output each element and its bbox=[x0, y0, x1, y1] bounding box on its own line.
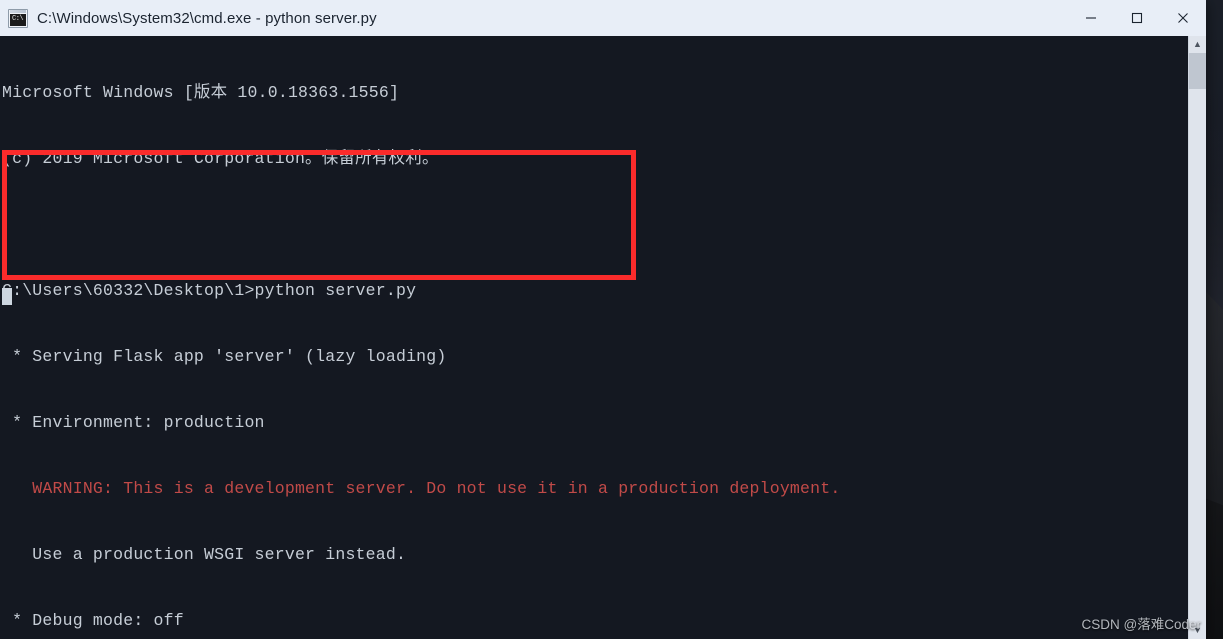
screen-root: yolov5_co... code1 bbox=[0, 0, 1223, 639]
csdn-watermark: CSDN @落难Coder bbox=[1081, 617, 1201, 632]
console-line: * Serving Flask app 'server' (lazy loadi… bbox=[2, 347, 447, 366]
cmd-app-icon: C:\ bbox=[8, 8, 28, 28]
minimize-button[interactable] bbox=[1068, 0, 1114, 36]
maximize-button[interactable] bbox=[1114, 0, 1160, 36]
cmd-window: C:\ C:\Windows\System32\cmd.exe - python… bbox=[0, 0, 1206, 639]
console-line: (c) 2019 Microsoft Corporation。保留所有权利。 bbox=[2, 149, 439, 168]
scroll-up-icon[interactable]: ▲ bbox=[1189, 36, 1206, 53]
console-area: Microsoft Windows [版本 10.0.18363.1556] (… bbox=[0, 36, 1206, 639]
console-output[interactable]: Microsoft Windows [版本 10.0.18363.1556] (… bbox=[0, 36, 1188, 639]
console-line: Microsoft Windows [版本 10.0.18363.1556] bbox=[2, 83, 400, 102]
close-button[interactable] bbox=[1160, 0, 1206, 36]
scrollbar-track[interactable] bbox=[1189, 89, 1206, 622]
console-line-warning: WARNING: This is a development server. D… bbox=[2, 479, 841, 498]
console-scrollbar[interactable]: ▲ ▼ bbox=[1188, 36, 1206, 639]
console-line: Use a production WSGI server instead. bbox=[2, 545, 407, 564]
console-line: * Environment: production bbox=[2, 413, 265, 432]
window-controls bbox=[1068, 0, 1206, 36]
console-line-prompt: C:\Users\60332\Desktop\1>python server.p… bbox=[2, 281, 417, 300]
console-line: * Debug mode: off bbox=[2, 611, 184, 630]
cmd-icon-glyph: C:\ bbox=[12, 14, 24, 23]
window-title: C:\Windows\System32\cmd.exe - python ser… bbox=[37, 9, 377, 27]
console-cursor bbox=[2, 288, 12, 305]
scrollbar-thumb[interactable] bbox=[1189, 53, 1206, 89]
window-titlebar[interactable]: C:\ C:\Windows\System32\cmd.exe - python… bbox=[0, 0, 1206, 37]
